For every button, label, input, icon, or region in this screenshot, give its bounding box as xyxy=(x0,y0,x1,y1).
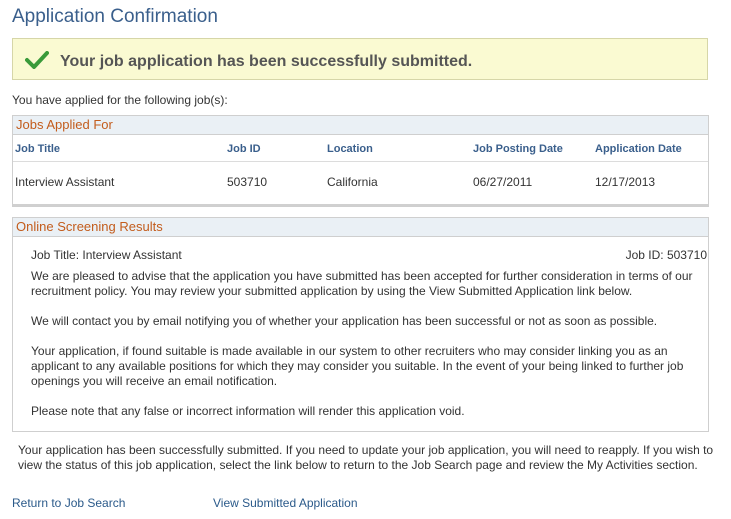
intro-text: You have applied for the following job(s… xyxy=(12,93,228,107)
cell-location: California xyxy=(327,175,378,189)
checkmark-icon xyxy=(25,51,49,69)
screening-paragraph: We are pleased to advise that the applic… xyxy=(31,269,693,298)
column-header-job-title[interactable]: Job Title xyxy=(15,143,60,155)
screening-job-title: Job Title: Interview Assistant xyxy=(31,248,182,262)
screening-job-row: Job Title: Interview Assistant Job ID: 5… xyxy=(31,248,707,263)
column-header-application-date[interactable]: Application Date xyxy=(595,143,682,155)
column-header-location[interactable]: Location xyxy=(327,143,373,155)
cell-job-title: Interview Assistant xyxy=(15,175,115,189)
cell-job-id: 503710 xyxy=(227,175,268,189)
return-to-job-search-link[interactable]: Return to Job Search xyxy=(12,496,125,510)
success-banner: Your job application has been successful… xyxy=(12,38,708,80)
screening-body: Job Title: Interview Assistant Job ID: 5… xyxy=(31,248,707,419)
jobs-table: Job Title Job ID Location Job Posting Da… xyxy=(13,135,708,198)
column-header-job-id[interactable]: Job ID xyxy=(227,143,261,155)
table-row: Interview Assistant 503710 California 06… xyxy=(13,162,708,198)
screening-paragraph: Your application, if found suitable is m… xyxy=(31,344,684,388)
jobs-table-header-row: Job Title Job ID Location Job Posting Da… xyxy=(13,135,708,162)
screening-results-group: Online Screening Results Job Title: Inte… xyxy=(12,217,709,432)
page-title: Application Confirmation xyxy=(12,6,218,27)
jobs-applied-group: Jobs Applied For Job Title Job ID Locati… xyxy=(12,115,709,207)
jobs-applied-header: Jobs Applied For xyxy=(13,116,708,135)
screening-job-id: Job ID: 503710 xyxy=(625,248,707,262)
cell-application-date: 12/17/2013 xyxy=(595,175,656,189)
screening-paragraph: Please note that any false or incorrect … xyxy=(31,404,465,418)
table-bottom-border xyxy=(13,204,708,206)
screening-results-header: Online Screening Results xyxy=(13,218,708,237)
view-submitted-application-link[interactable]: View Submitted Application xyxy=(213,496,358,510)
column-header-posting-date[interactable]: Job Posting Date xyxy=(473,143,563,155)
success-message: Your job application has been successful… xyxy=(60,53,473,70)
screening-paragraph: We will contact you by email notifying y… xyxy=(31,314,658,328)
cell-posting-date: 06/27/2011 xyxy=(473,175,533,189)
footer-instructions: Your application has been successfully s… xyxy=(18,443,714,472)
